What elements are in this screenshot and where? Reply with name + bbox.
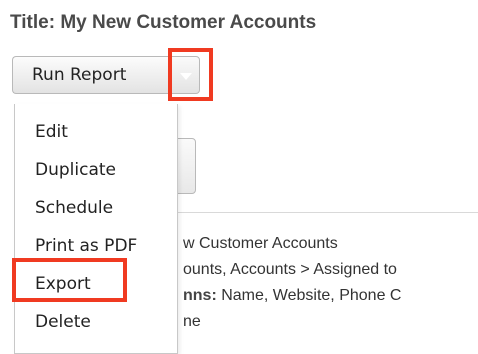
report-details: w Customer Accounts ounts, Accounts > As… bbox=[183, 231, 401, 335]
caret-highlight-box bbox=[168, 48, 213, 101]
menu-item-duplicate[interactable]: Duplicate bbox=[35, 160, 116, 180]
details-value: Name, Website, Phone C bbox=[216, 287, 402, 304]
details-line: ne bbox=[183, 313, 201, 330]
divider bbox=[178, 212, 478, 213]
menu-item-schedule[interactable]: Schedule bbox=[35, 198, 113, 218]
details-line: w Customer Accounts bbox=[183, 235, 338, 252]
run-report-button[interactable]: Run Report bbox=[12, 56, 170, 94]
report-title: Title: My New Customer Accounts bbox=[10, 12, 317, 33]
actions-menu: Edit Duplicate Schedule Print as PDF Exp… bbox=[14, 104, 178, 354]
menu-item-edit[interactable]: Edit bbox=[35, 122, 68, 142]
menu-item-delete[interactable]: Delete bbox=[35, 312, 91, 332]
menu-item-print-as-pdf[interactable]: Print as PDF bbox=[35, 236, 137, 256]
details-line: nns: Name, Website, Phone C bbox=[183, 283, 401, 309]
details-line: ounts, Accounts > Assigned to bbox=[183, 261, 397, 278]
details-label: nns: bbox=[183, 287, 217, 304]
export-highlight-box bbox=[12, 258, 127, 302]
